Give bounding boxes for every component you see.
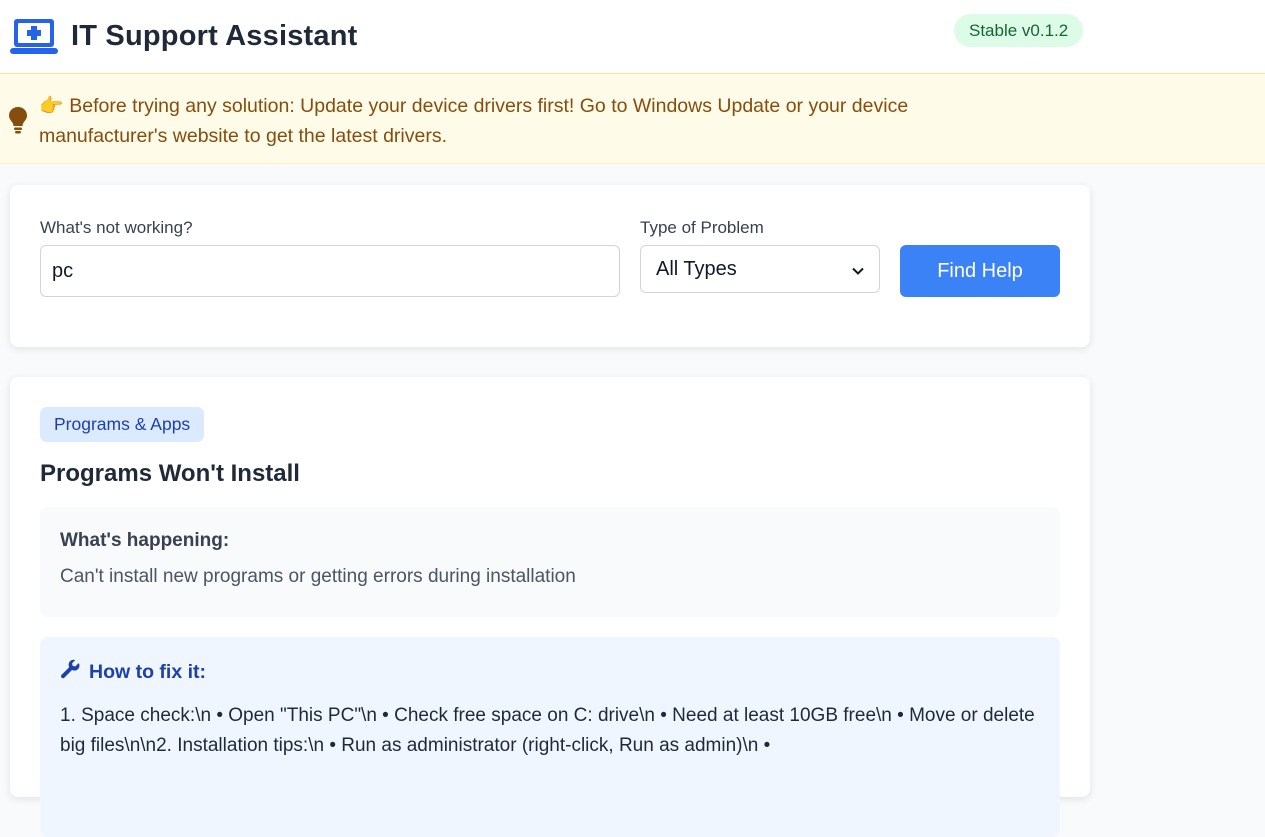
solution-card: Programs & Apps Programs Won't Install W… (10, 377, 1090, 837)
lightbulb-icon (8, 106, 28, 134)
banner-text: Before trying any solution: Update your … (39, 95, 909, 147)
problem-label: What's not working? (40, 218, 193, 237)
chevron-down-icon (852, 258, 864, 281)
app-title: IT Support Assistant (71, 20, 358, 52)
problem-input[interactable] (40, 245, 620, 297)
how-to-fix-text: 1. Space check:\n • Open "This PC"\n • C… (60, 705, 1035, 756)
type-label: Type of Problem (640, 218, 764, 237)
search-card: What's not working? Type of Problem All … (10, 185, 1090, 347)
driver-update-banner: 👉 Before trying any solution: Update your… (0, 73, 1265, 164)
version-badge: Stable v0.1.2 (954, 14, 1084, 47)
pointing-hand-icon: 👉 (39, 95, 64, 117)
whats-happening-text: Can't install new programs or getting er… (60, 566, 576, 587)
find-help-button[interactable]: Find Help (900, 245, 1060, 297)
solution-title: Programs Won't Install (40, 460, 300, 487)
whats-happening-section: What's happening: Can't install new prog… (40, 507, 1060, 617)
whats-happening-heading: What's happening: (60, 530, 230, 551)
category-badge: Programs & Apps (40, 407, 205, 442)
how-to-fix-heading: How to fix it: (89, 660, 206, 683)
wrench-icon (60, 659, 89, 685)
banner-message: 👉 Before trying any solution: Update your… (39, 91, 1025, 151)
how-to-fix-section: How to fix it: 1. Space check:\n • Open … (40, 637, 1060, 837)
problem-type-select[interactable]: All Types (640, 245, 880, 293)
problem-type-selected: All Types (656, 257, 737, 280)
laptop-medical-icon (10, 17, 58, 57)
how-to-fix-heading-row: How to fix it: (60, 659, 1040, 685)
app-header: IT Support Assistant Stable v0.1.2 (0, 0, 1265, 73)
